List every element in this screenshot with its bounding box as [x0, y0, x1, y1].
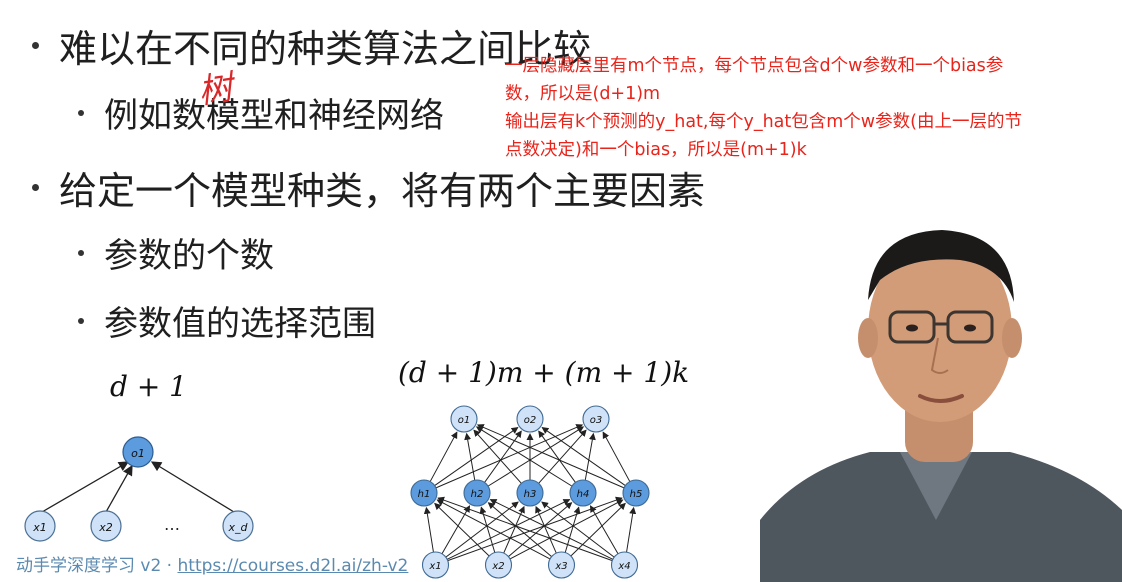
node-hidden: h5 [622, 479, 650, 507]
edge [150, 461, 235, 513]
edge [541, 427, 626, 486]
edge [487, 502, 552, 557]
node-input: x1 [421, 551, 450, 579]
red-annotation: 一层隐藏层里有m个节点，每个节点包含d个w参数和一个bias参 数，所以是(d+… [505, 52, 1117, 164]
bullet-text: 参数值的选择范围 [104, 304, 376, 344]
bullet-5: 参数值的选择范围 [78, 296, 376, 345]
edge [538, 430, 576, 483]
presenter-illustration [760, 220, 1122, 582]
svg-text:o3: o3 [590, 415, 602, 426]
bullet-4: 参数的个数 [78, 228, 274, 277]
footer: 动手学深度学习 v2 · https://courses.d2l.ai/zh-v… [16, 551, 408, 576]
edge [570, 502, 626, 557]
bullet-text: 参数的个数 [104, 236, 274, 276]
svg-text:h4: h4 [577, 489, 590, 500]
edge [626, 506, 637, 553]
svg-text:x2: x2 [98, 521, 113, 534]
node-input: x2 [484, 551, 513, 579]
ellipsis: … [164, 515, 180, 534]
edge [602, 431, 631, 482]
annotation-line: 数，所以是(d+1)m [505, 84, 661, 104]
footer-link[interactable]: https://courses.d2l.ai/zh-v2 [178, 556, 409, 576]
svg-text:h2: h2 [471, 489, 484, 500]
footer-course: 动手学深度学习 v2 · [16, 556, 178, 576]
svg-text:x4: x4 [617, 561, 630, 572]
node-output: o1 [122, 436, 154, 468]
node-input: x4 [610, 551, 639, 579]
node-input: x2 [90, 510, 122, 542]
svg-text:h3: h3 [524, 489, 537, 500]
edge [429, 431, 458, 482]
mlp-nodes: o1 o2 o3 h1 h2 h3 h4 h5 x1 x2 x3 x4 [410, 405, 650, 579]
node-hidden: h1 [410, 479, 438, 507]
mlp-diagram: o1 o2 o3 h1 h2 h3 h4 h5 x1 x2 x3 x4 [410, 405, 650, 579]
node-hidden: h2 [463, 479, 491, 507]
annotation-line: 一层隐藏层里有m个节点，每个节点包含d个w参数和一个bias参 [505, 56, 1004, 76]
svg-text:h1: h1 [418, 489, 431, 500]
annotation-line: 输出层有k个预测的y_hat,每个y_hat包含m个w参数(由上一层的节 [505, 112, 1022, 132]
svg-text:x1: x1 [32, 521, 47, 534]
node-hidden: h3 [516, 479, 544, 507]
node-output: o1 [450, 405, 478, 433]
node-output: o3 [582, 405, 610, 433]
bullet-2: 例如数模型和神经网络 [78, 88, 444, 137]
svg-text:x2: x2 [491, 561, 504, 572]
bullet-dot [78, 109, 84, 116]
svg-text:o2: o2 [524, 415, 536, 426]
bullet-3: 给定一个模型种类，将有两个主要因素 [32, 160, 705, 215]
formula-right: (d + 1)m + (m + 1)k [398, 356, 690, 389]
node-output: o2 [516, 405, 544, 433]
svg-text:h5: h5 [630, 489, 643, 500]
svg-text:x3: x3 [554, 561, 567, 572]
edge [484, 430, 522, 483]
annotation-line: 点数决定)和一个bias，所以是(m+1)k [505, 140, 807, 160]
presenter-video [760, 220, 1122, 582]
slide: 难以在不同的种类算法之间比较 例如数模型和神经网络 树 给定一个模型种类，将有两… [0, 0, 1122, 582]
svg-text:o1: o1 [458, 415, 470, 426]
bullet-text: 例如数模型和神经网络 [104, 96, 444, 136]
edge [538, 429, 587, 484]
svg-text:x1: x1 [428, 561, 441, 572]
formula-left: d + 1 [110, 370, 187, 403]
edge [41, 461, 130, 513]
svg-text:x_d: x_d [228, 521, 249, 534]
bullet-text: 给定一个模型种类，将有两个主要因素 [59, 169, 706, 213]
svg-text:o1: o1 [131, 447, 145, 460]
edge [473, 429, 522, 484]
node-input: x_d [222, 510, 254, 542]
edge [589, 505, 619, 554]
bullet-dot [78, 317, 84, 324]
node-input: x3 [547, 551, 576, 579]
edge [441, 505, 471, 554]
node-hidden: h4 [569, 479, 597, 507]
edge [423, 506, 434, 553]
bullet-dot [32, 42, 39, 49]
edge [434, 502, 490, 557]
bullet-dot [32, 184, 39, 191]
linear-model-diagram: o1 x1 x2 … x_d [24, 436, 254, 542]
edge [508, 502, 573, 557]
handwritten-correction: 树 [195, 67, 236, 113]
node-input: x1 [24, 510, 56, 542]
bullet-dot [78, 249, 84, 256]
